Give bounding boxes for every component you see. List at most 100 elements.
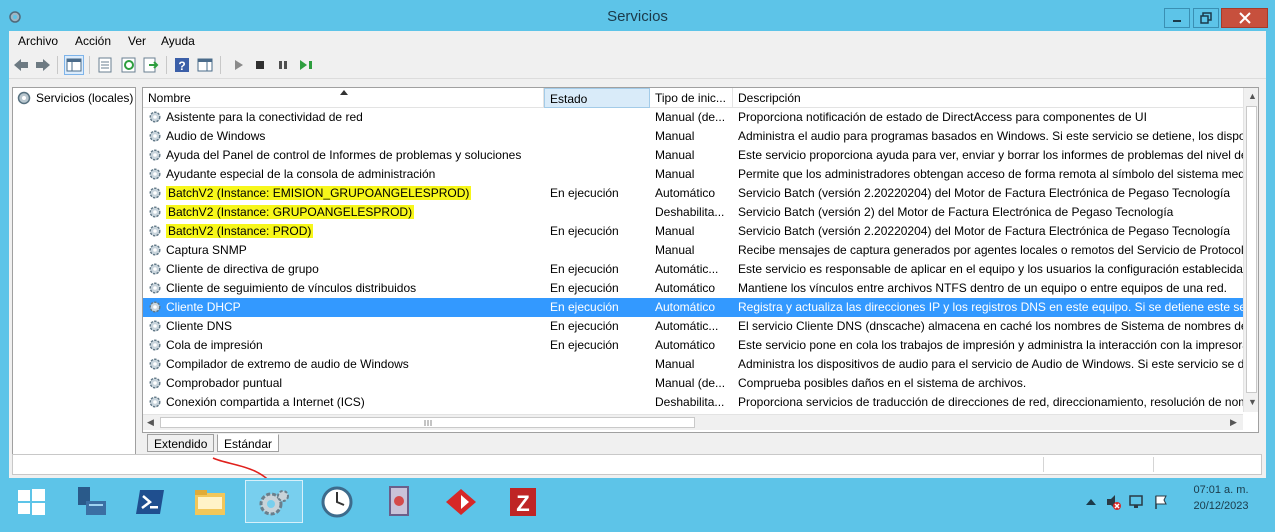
- service-startup-type: Deshabilita...: [655, 205, 725, 219]
- vertical-scroll-thumb[interactable]: [1246, 106, 1257, 393]
- tab-standard[interactable]: Estándar: [217, 434, 280, 452]
- start-service-button[interactable]: [228, 55, 248, 75]
- service-name: Captura SNMP: [166, 243, 247, 257]
- table-row[interactable]: Conexión compartida a Internet (ICS) Desh…: [143, 393, 1243, 412]
- taskbar-clock-app[interactable]: [308, 480, 366, 523]
- show-action-pane-button[interactable]: [195, 55, 215, 75]
- table-row[interactable]: Cliente de seguimiento de vínculos distr…: [143, 279, 1243, 298]
- column-header-label: Estado: [550, 92, 588, 106]
- table-row[interactable]: BatchV2 (Instance: EMISION_GRUPOANGELESP…: [143, 184, 1243, 203]
- action-center-flag-icon[interactable]: [1153, 494, 1169, 510]
- horizontal-scrollbar[interactable]: ◀ ▶: [143, 414, 1243, 430]
- service-name: BatchV2 (Instance: EMISION_GRUPOANGELESP…: [166, 186, 546, 200]
- restart-service-button[interactable]: [296, 55, 316, 75]
- table-row[interactable]: Asistente para la conectividad de red Man…: [143, 108, 1243, 127]
- table-row[interactable]: Cliente DNS En ejecución Automátic... El se…: [143, 317, 1243, 336]
- window-title: Servicios: [607, 8, 668, 25]
- stop-service-button[interactable]: [250, 55, 270, 75]
- taskbar-powershell[interactable]: [121, 480, 179, 523]
- taskbar-remote-app[interactable]: [370, 480, 428, 523]
- service-state: En ejecución: [550, 300, 619, 314]
- properties-icon: [98, 57, 112, 73]
- folder-icon: [195, 489, 225, 515]
- service-description: Proporciona servicios de traducción de d…: [738, 395, 1243, 409]
- menu-accion[interactable]: Acción: [75, 34, 111, 48]
- services-list: Nombre Estado Tipo de inic... Descripció…: [142, 87, 1259, 433]
- properties-button[interactable]: [95, 55, 115, 75]
- vertical-scrollbar[interactable]: ▲ ▼: [1243, 88, 1258, 412]
- table-row[interactable]: Comprobador puntual Manual (de... Comprueb…: [143, 374, 1243, 393]
- tree-item-local-services[interactable]: Servicios (locales): [16, 90, 133, 106]
- service-startup-type: Automátic...: [655, 319, 719, 333]
- service-startup-type: Automátic...: [655, 262, 719, 276]
- service-state: En ejecución: [550, 338, 619, 352]
- taskbar-server-manager[interactable]: [61, 480, 119, 523]
- minimize-button[interactable]: [1164, 8, 1190, 28]
- scroll-up-icon[interactable]: ▲: [1248, 91, 1257, 101]
- service-startup-type: Manual: [655, 129, 695, 143]
- table-row[interactable]: Ayudante especial de la consola de admin…: [143, 165, 1243, 184]
- scroll-down-icon[interactable]: ▼: [1248, 397, 1257, 407]
- table-row[interactable]: Cliente DHCP En ejecución Automático Regist…: [143, 298, 1243, 317]
- forward-button[interactable]: [33, 55, 53, 75]
- restore-button[interactable]: [1193, 8, 1219, 28]
- column-header-startup-type[interactable]: Tipo de inic...: [650, 88, 733, 108]
- table-row[interactable]: Cliente de directiva de grupo En ejecució…: [143, 260, 1243, 279]
- minimize-icon: [1173, 20, 1181, 22]
- taskbar-file-explorer[interactable]: [181, 480, 239, 523]
- table-row[interactable]: Cola de impresión En ejecución Automático E…: [143, 336, 1243, 355]
- show-hidden-icons-icon[interactable]: [1085, 496, 1097, 508]
- service-startup-type: Automático: [655, 281, 716, 295]
- volume-muted-icon[interactable]: [1105, 494, 1121, 510]
- service-name: Compilador de extremo de audio de Window…: [166, 357, 409, 371]
- service-name: Comprobador puntual: [166, 376, 283, 390]
- tab-extended[interactable]: Extendido: [147, 434, 215, 452]
- taskbar-services[interactable]: [245, 480, 303, 523]
- network-icon[interactable]: [1129, 494, 1145, 510]
- taskbar-filezilla[interactable]: Z: [494, 480, 552, 523]
- red-diamond-icon: [446, 488, 476, 515]
- service-description: Registra y actualiza las direcciones IP …: [738, 300, 1243, 314]
- refresh-button[interactable]: [119, 55, 139, 75]
- console-tree: Servicios (locales): [12, 87, 136, 455]
- highlight-marker: BatchV2 (Instance: GRUPOANGELESPROD): [166, 205, 415, 219]
- list-header: Nombre Estado Tipo de inic... Descripció…: [143, 88, 1258, 108]
- export-list-button[interactable]: [141, 55, 161, 75]
- back-button[interactable]: [11, 55, 31, 75]
- menu-archivo[interactable]: Archivo: [18, 34, 58, 48]
- column-header-description[interactable]: Descripción: [733, 88, 1243, 108]
- service-gear-icon: [148, 281, 162, 295]
- menu-ver[interactable]: Ver: [128, 34, 146, 48]
- column-header-label: Tipo de inic...: [655, 91, 726, 105]
- scroll-right-icon[interactable]: ▶: [1230, 417, 1237, 428]
- column-header-label: Descripción: [738, 91, 801, 105]
- column-header-name[interactable]: Nombre: [143, 88, 544, 108]
- menu-bar: Archivo Acción Ver Ayuda: [9, 31, 1266, 51]
- menu-ayuda[interactable]: Ayuda: [161, 34, 195, 48]
- column-header-state[interactable]: Estado: [544, 88, 650, 108]
- table-row[interactable]: BatchV2 (Instance: PROD) En ejecución Manu…: [143, 222, 1243, 241]
- table-row[interactable]: Audio de Windows Manual Administra el audi…: [143, 127, 1243, 146]
- close-button[interactable]: [1221, 8, 1268, 28]
- grip-icon: [424, 420, 432, 426]
- table-row[interactable]: Ayuda del Panel de control de Informes d…: [143, 146, 1243, 165]
- table-row[interactable]: BatchV2 (Instance: GRUPOANGELESPROD) Desh…: [143, 203, 1243, 222]
- pause-service-button[interactable]: [273, 55, 293, 75]
- horizontal-scroll-thumb[interactable]: [160, 417, 695, 428]
- help-button[interactable]: ?: [172, 55, 192, 75]
- title-bar[interactable]: Servicios: [0, 0, 1275, 31]
- table-row[interactable]: Captura SNMP Manual Recibe mensajes de cap…: [143, 241, 1243, 260]
- scroll-left-icon[interactable]: ◀: [147, 417, 154, 428]
- service-description: Administra el audio para programas basad…: [738, 129, 1243, 143]
- service-startup-type: Manual: [655, 243, 695, 257]
- taskbar-red-app[interactable]: [432, 480, 490, 523]
- console-tree-icon: [66, 58, 82, 72]
- tree-item-label: Servicios (locales): [36, 91, 134, 105]
- start-button[interactable]: [2, 480, 60, 523]
- service-description: Mantiene los vínculos entre archivos NTF…: [738, 281, 1227, 295]
- show-console-tree-button[interactable]: [64, 55, 84, 75]
- service-startup-type: Automático: [655, 338, 716, 352]
- table-row[interactable]: Compilador de extremo de audio de Window…: [143, 355, 1243, 374]
- taskbar-clock[interactable]: 07:01 a. m. 20/12/2023: [1186, 482, 1256, 514]
- close-icon: [1238, 12, 1251, 24]
